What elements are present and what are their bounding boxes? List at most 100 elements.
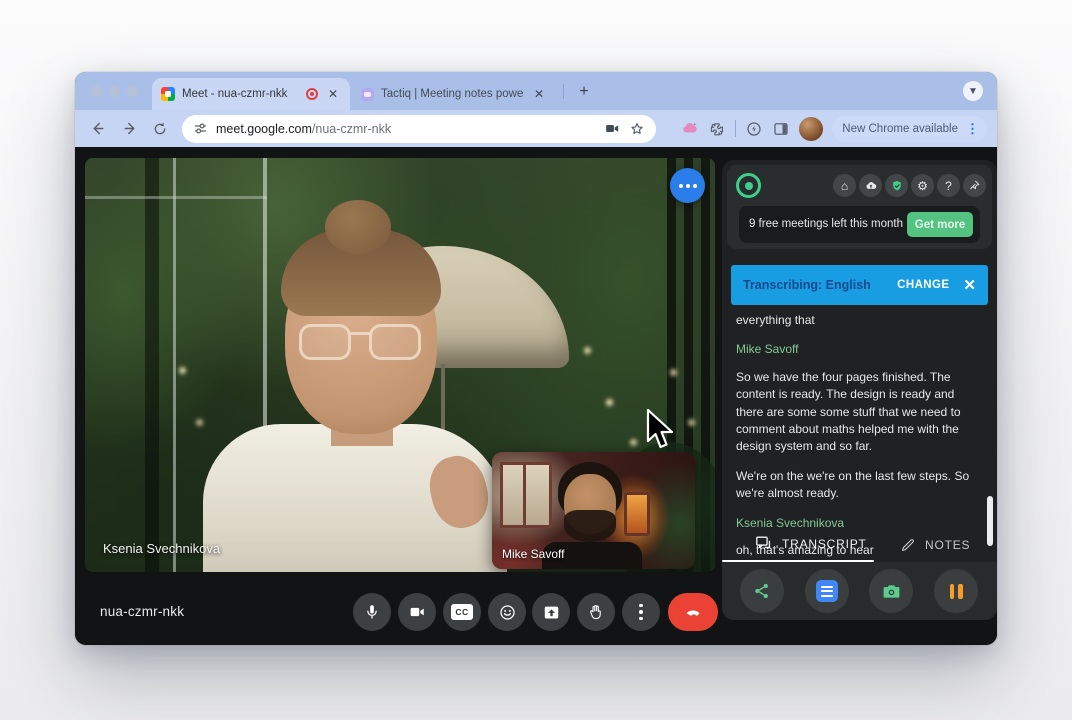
mouse-cursor: [645, 408, 675, 452]
banner-close-icon[interactable]: ✕: [963, 276, 976, 294]
new-tab-button[interactable]: +: [573, 81, 595, 103]
back-icon: [90, 120, 107, 137]
tactiq-extension-icon[interactable]: [680, 119, 699, 138]
present-button[interactable]: [532, 593, 570, 631]
captions-button[interactable]: CC: [443, 593, 481, 631]
participant-name-label: Ksenia Svechnikova: [103, 541, 220, 556]
emoji-icon: [498, 603, 517, 622]
videocam-icon: [408, 603, 426, 621]
greenhouse-post: [145, 158, 159, 572]
toolbar-divider: [735, 120, 736, 137]
bookmark-star-icon[interactable]: [629, 121, 645, 137]
end-call-button[interactable]: [668, 593, 718, 631]
participant-glasses: [299, 324, 421, 362]
forward-button[interactable]: [116, 116, 142, 142]
reload-icon: [152, 121, 168, 137]
tactiq-logo-icon: [736, 173, 761, 198]
docs-icon: [816, 580, 838, 602]
back-button[interactable]: [85, 116, 111, 142]
tab-notes[interactable]: NOTES: [900, 537, 970, 553]
tab-close-icon[interactable]: ✕: [531, 87, 547, 101]
tab-transcript-label: TRANSCRIPT: [782, 537, 867, 551]
tab-close-icon[interactable]: ✕: [325, 87, 341, 101]
quota-text: 9 free meetings left this month: [739, 217, 907, 232]
fireplace: [624, 492, 650, 536]
glass-frame-line: [85, 196, 267, 199]
transcript-icon: [754, 534, 773, 553]
browser-toolbar: meet.google.com /nua-czmr-nkk New Chrome…: [75, 110, 997, 147]
dot: [686, 184, 690, 188]
cloud-upload-icon[interactable]: [859, 174, 882, 197]
reactions-button[interactable]: [488, 593, 526, 631]
tab-tactiq[interactable]: Tactiq | Meeting notes powe ✕: [352, 78, 556, 110]
tab-title: Meet - nua-czmr-nkk: [182, 88, 299, 100]
profile-avatar[interactable]: [799, 117, 823, 141]
tab-chevron-button[interactable]: ▼: [963, 81, 983, 101]
panel-tabs: TRANSCRIPT NOTES: [722, 532, 997, 562]
room-window: [500, 462, 552, 528]
browser-window: Meet - nua-czmr-nkk ✕ Tactiq | Meeting n…: [75, 72, 997, 645]
site-settings-icon[interactable]: [193, 121, 208, 136]
settings-gear-icon[interactable]: ⚙: [911, 174, 934, 197]
transcribing-banner: Transcribing: English CHANGE ✕: [731, 265, 988, 305]
transcript-text: everything that: [736, 312, 976, 329]
glasses-bridge: [349, 332, 371, 335]
pip-participant-beard: [564, 510, 616, 542]
more-icon: [639, 604, 643, 621]
end-call-icon: [683, 602, 703, 622]
camera-capture-icon: [881, 581, 902, 602]
dot: [679, 184, 683, 188]
extension-area: New Chrome available ⋮: [680, 116, 987, 142]
shield-check-icon[interactable]: [885, 174, 908, 197]
chrome-menu-icon[interactable]: ⋮: [962, 121, 983, 137]
view-notes-button[interactable]: [805, 569, 849, 613]
traffic-minimize-button[interactable]: [109, 86, 120, 97]
meter-extension-icon[interactable]: [745, 120, 763, 138]
transcript-text: We're on the we're on the last few steps…: [736, 468, 976, 503]
string-lights: [85, 158, 90, 163]
tab-strip: Meet - nua-czmr-nkk ✕ Tactiq | Meeting n…: [75, 72, 997, 110]
pause-transcription-button[interactable]: [934, 569, 978, 613]
url-host: meet.google.com: [216, 122, 312, 136]
transcript-speaker: Ksenia Svechnikova: [736, 515, 976, 532]
hand-icon: [587, 603, 605, 621]
pip-video-tile[interactable]: Mike Savoff: [492, 452, 695, 569]
get-more-button[interactable]: Get more: [907, 212, 973, 237]
participant-hair-bun: [325, 200, 391, 254]
extensions-puzzle-icon[interactable]: [708, 120, 726, 138]
tab-notes-label: NOTES: [925, 538, 970, 552]
tab-transcript[interactable]: TRANSCRIPT: [754, 534, 867, 553]
pencil-icon: [900, 537, 916, 553]
more-options-button[interactable]: [622, 593, 660, 631]
transcript-text: So we have the four pages finished. The …: [736, 369, 976, 456]
desktop: Meet - nua-czmr-nkk ✕ Tactiq | Meeting n…: [0, 0, 1072, 720]
tab-meet[interactable]: Meet - nua-czmr-nkk ✕: [152, 78, 350, 110]
mic-button[interactable]: [353, 593, 391, 631]
raise-hand-button[interactable]: [577, 593, 615, 631]
pin-icon[interactable]: [963, 174, 986, 197]
change-language-button[interactable]: CHANGE: [897, 279, 949, 291]
umbrella-pole: [441, 364, 445, 434]
screenshot-button[interactable]: [869, 569, 913, 613]
url-path: /nua-czmr-nkk: [312, 122, 391, 136]
share-button[interactable]: [740, 569, 784, 613]
share-icon: [752, 581, 772, 601]
main-video-tile: Mike Savoff Ksenia Svechnikova: [85, 158, 715, 572]
chat-bubble-button[interactable]: [670, 168, 705, 203]
tactiq-header-widget: ⌂ ⚙ ? 9 free meetin: [727, 165, 992, 249]
pip-name-label: Mike Savoff: [502, 547, 564, 561]
reload-button[interactable]: [147, 116, 173, 142]
tab-separator: [563, 84, 564, 99]
camera-button[interactable]: [398, 593, 436, 631]
meet-favicon: [161, 87, 175, 101]
chrome-update-button[interactable]: New Chrome available ⋮: [832, 116, 987, 142]
mic-icon: [363, 603, 381, 621]
help-icon[interactable]: ?: [937, 174, 960, 197]
address-bar[interactable]: meet.google.com /nua-czmr-nkk: [182, 115, 656, 143]
camera-in-use-icon[interactable]: [604, 120, 621, 137]
traffic-close-button[interactable]: [91, 86, 102, 97]
home-icon[interactable]: ⌂: [833, 174, 856, 197]
traffic-zoom-button[interactable]: [127, 86, 138, 97]
pause-icon: [950, 584, 963, 599]
side-panel-icon[interactable]: [772, 120, 790, 138]
